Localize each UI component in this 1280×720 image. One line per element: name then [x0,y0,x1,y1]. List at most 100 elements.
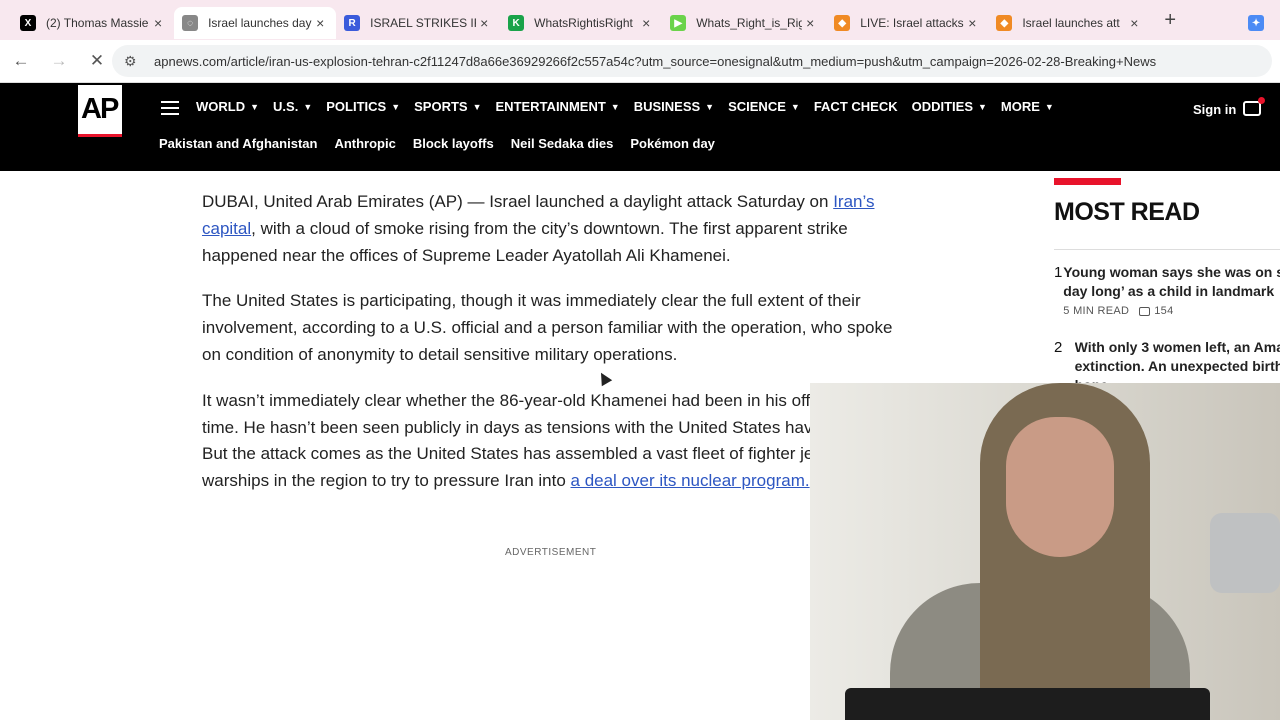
trending-subnav: Pakistan and Afghanistan Anthropic Block l… [159,136,715,151]
most-read-item[interactable]: 1 Young woman says she was on s day long’ … [1054,263,1280,317]
close-tab-icon[interactable]: × [802,15,818,31]
browser-tab[interactable]: ◆ Israel launches att × [988,7,1150,39]
site-header: AP WORLD ▼ U.S. ▼ POLITICS ▼ SPORTS ▼ ENTERTAINM… [0,83,1280,171]
tab-title: Israel launches att [1022,16,1120,30]
nuclear-deal-link[interactable]: a deal over its nuclear program. [571,471,810,490]
back-arrow-icon[interactable]: ← [4,44,38,78]
headline-line[interactable]: With only 3 women left, an Ama [1075,338,1280,357]
item-meta: 5 MIN READ 154 [1063,305,1280,317]
chevron-down-icon: ▼ [790,101,800,112]
sign-in-link[interactable]: Sign in [1193,102,1236,117]
nav-item-oddities[interactable]: ODDITIES ▼ [912,99,987,114]
address-bar[interactable]: ⚙ apnews.com/article/iran-us-explosion-t… [112,45,1272,77]
close-tab-icon[interactable]: × [476,15,492,31]
headline-line[interactable]: Young woman says she was on s [1063,263,1280,282]
new-tab-icon[interactable]: + [1156,6,1184,34]
headline-line[interactable]: extinction. An unexpected birth [1075,357,1280,376]
browser-tab[interactable]: X (2) Thomas Massie × [12,7,174,39]
trending-link[interactable]: Pakistan and Afghanistan [159,136,317,151]
most-read-heading: MOST READ [1054,198,1200,226]
logo-red-bar [78,134,122,137]
nav-item-fact-check[interactable]: FACT CHECK [814,99,898,114]
nav-label: WORLD [196,99,246,114]
browser-tab[interactable]: R ISRAEL STRIKES IR × [336,7,500,39]
nav-label: FACT CHECK [813,99,898,114]
nav-label: U.S. [273,99,299,114]
webcam-person-face [1006,417,1114,557]
k-logo-icon: K [508,15,525,31]
ap-logo-text: AP [81,93,119,125]
tab-title: WhatsRightisRight [534,16,633,30]
close-tab-icon[interactable]: × [964,15,980,31]
chevron-down-icon: ▼ [391,101,401,112]
x-logo-icon: X [20,15,36,31]
nav-label: ODDITIES [911,99,973,114]
nav-item-more[interactable]: MORE ▼ [1001,99,1054,114]
close-tab-icon[interactable]: × [638,15,654,31]
nav-label: SCIENCE [728,99,786,114]
chevron-down-icon: ▼ [610,101,620,112]
notifications-chat-icon[interactable] [1243,97,1265,116]
chevron-down-icon: ▼ [978,101,987,112]
loading-spinner-icon: ◌ [182,15,199,31]
chevron-down-icon: ▼ [250,101,260,112]
chevron-down-icon: ▼ [1044,101,1054,112]
section-accent-bar [1054,178,1121,185]
nav-label: MORE [1000,99,1040,114]
browser-tab-partial[interactable]: ✦G [1240,7,1280,39]
nav-label: POLITICS [326,99,387,114]
tab-title: ISRAEL STRIKES IR [370,16,477,30]
comment-count[interactable]: 154 [1139,305,1173,317]
stop-loading-icon[interactable]: ✕ [80,44,114,78]
read-time: 5 MIN READ [1063,305,1130,317]
gemini-icon: ✦ [1248,15,1265,31]
nav-item-entertainment[interactable]: ENTERTAINMENT ▼ [496,99,620,114]
trending-link[interactable]: Pokémon day [630,136,715,151]
browser-tab-strip: X (2) Thomas Massie × ◌ Israel launches day ×… [0,0,1280,40]
r-logo-icon: R [344,15,361,31]
nav-item-sports[interactable]: SPORTS ▼ [414,99,481,114]
paragraph-text: , with a cloud of smoke rising from the … [202,218,848,265]
shield-logo-icon: ◆ [834,15,851,31]
browser-tab[interactable]: ◆ LIVE: Israel attacks × [826,7,988,39]
browser-toolbar: ← → ✕ ⚙ apnews.com/article/iran-us-explo… [0,40,1280,83]
article-paragraph: DUBAI, United Arab Emirates (AP) — Israe… [202,189,902,269]
main-nav: WORLD ▼ U.S. ▼ POLITICS ▼ SPORTS ▼ ENTERTAINMENT… [196,99,1054,114]
close-tab-icon[interactable]: × [312,15,328,31]
nav-item-science[interactable]: SCIENCE ▼ [728,99,800,114]
browser-tab[interactable]: ▶ Whats_Right_is_Rig × [662,7,826,39]
tab-title: Whats_Right_is_Rig [696,16,803,30]
paragraph-text: DUBAI, United Arab Emirates (AP) — Israe… [202,192,834,211]
hamburger-menu-icon[interactable] [161,101,179,115]
webcam-overlay [810,383,1280,720]
browser-tab[interactable]: ◌ Israel launches day × [174,7,337,39]
chevron-down-icon: ▼ [705,101,715,112]
article-body: DUBAI, United Arab Emirates (AP) — Israe… [202,189,902,514]
most-read-panel: MOST READ [1054,178,1280,250]
forward-arrow-icon[interactable]: → [42,44,76,78]
comment-count-value: 154 [1154,305,1174,317]
nav-item-politics[interactable]: POLITICS ▼ [326,99,400,114]
tab-title: Israel launches day [208,16,312,30]
rumble-logo-icon: ▶ [670,15,687,31]
close-tab-icon[interactable]: × [1126,15,1142,31]
tab-title: (2) Thomas Massie [46,16,149,30]
nav-item-u-s-[interactable]: U.S. ▼ [273,99,312,114]
tab-title: LIVE: Israel attacks [860,16,964,30]
ap-logo[interactable]: AP [78,85,122,137]
trending-link[interactable]: Neil Sedaka dies [511,136,614,151]
nav-item-world[interactable]: WORLD ▼ [196,99,259,114]
article-paragraph: The United States is participating, thou… [202,291,893,364]
url-text[interactable]: apnews.com/article/iran-us-explosion-teh… [154,54,1156,69]
close-tab-icon[interactable]: × [150,15,166,31]
trending-link[interactable]: Block layoffs [413,136,494,151]
chevron-down-icon: ▼ [303,101,313,112]
browser-tab[interactable]: K WhatsRightisRight × [500,7,662,39]
headline-line[interactable]: day long’ as a child in landmark [1063,282,1280,301]
rank-number: 1 [1054,264,1063,281]
item-body: Young woman says she was on s day long’ a… [1063,263,1280,317]
trending-link[interactable]: Anthropic [334,136,395,151]
microphone-icon [1210,513,1280,593]
site-info-icon[interactable]: ⚙ [124,53,140,70]
nav-item-business[interactable]: BUSINESS ▼ [634,99,714,114]
